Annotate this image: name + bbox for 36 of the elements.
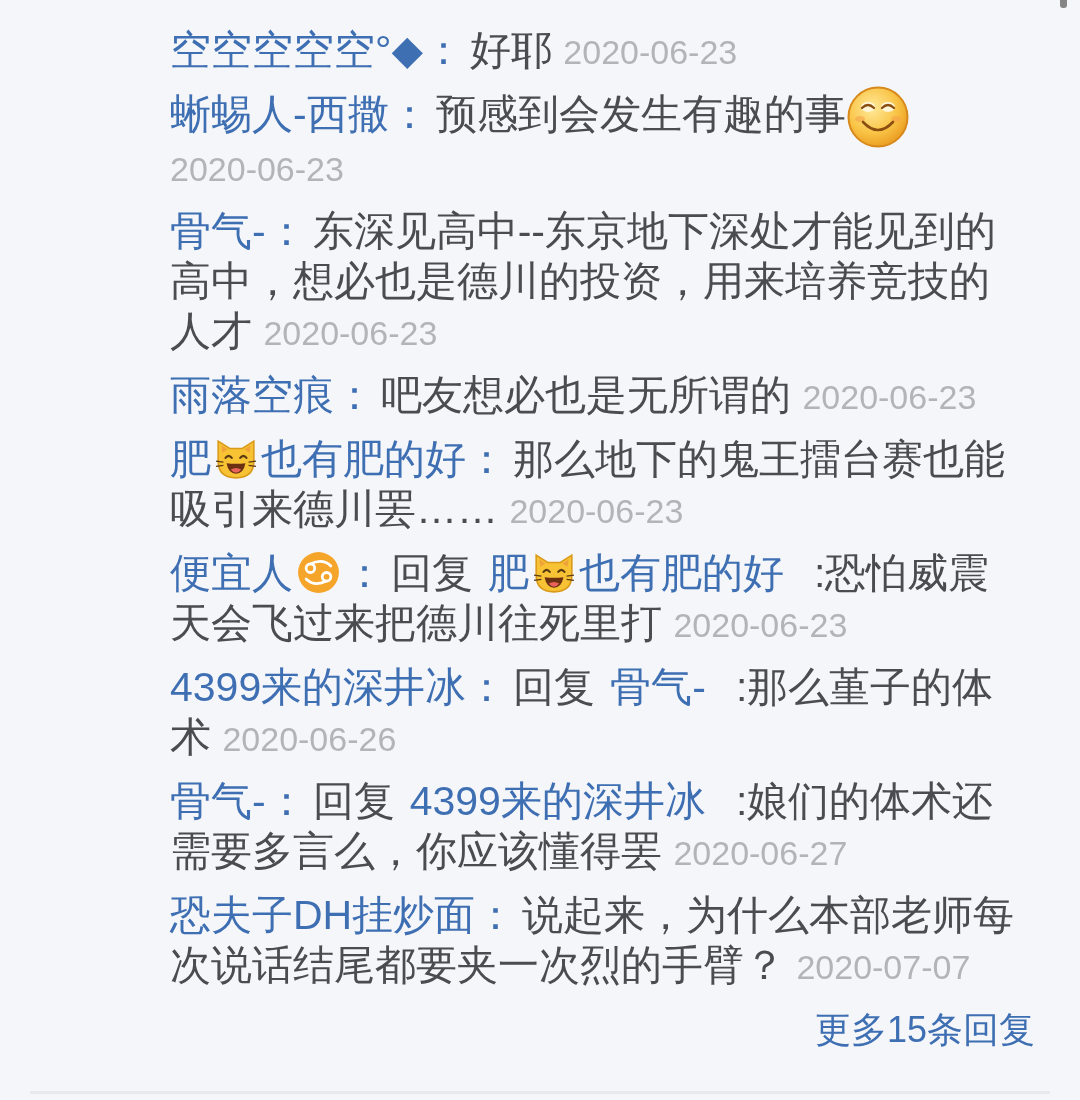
reply-text: 骨气-：东深见高中--东京地下深处才能见到的高中，想必也是德川的投资，用来培养竞技的人才 2020-06-23 [170,207,997,357]
username-link[interactable]: 骨气-： [170,778,307,825]
username-link[interactable]: 肥 也有肥的好： [170,436,507,483]
more-replies-link[interactable]: 更多15条回复 [814,1005,1035,1056]
reply-date: 2020-06-23 [673,606,848,645]
reply-text: 4399来的深井冰：回复 骨气- :那么堇子的体术 2020-06-26 [170,663,995,763]
mention-link[interactable]: 肥 也有肥的好 [488,550,784,597]
smiley-face-icon [846,86,909,149]
reply-date: 2020-06-23 [170,150,344,189]
reply-date: 2020-06-23 [263,314,438,353]
username-link[interactable]: 蜥蜴人-西撒： [170,91,430,137]
cat-face-icon [213,438,259,481]
reply-text: 雨落空痕：吧友想必也是无所谓的 2020-06-23 [170,371,977,421]
username-link[interactable]: 恐夫子DH挂炒面： [170,892,517,939]
cat-face-icon [531,552,577,595]
scroll-indicator [1060,0,1067,8]
mention-link[interactable]: 4399来的深井冰 [409,778,706,825]
username-link[interactable]: 便宜人 ： [170,550,385,597]
username-link[interactable]: 4399来的深井冰： [170,664,508,711]
reply-date: 2020-06-23 [802,378,977,417]
username-link[interactable]: 雨落空痕： [170,372,375,419]
reply-date: 2020-06-27 [673,834,848,873]
reply-text: 恐夫子DH挂炒面：说起来，为什么本部老师每次说话结尾都要夹一次烈的手臂？ 2020-07-07 [170,891,1016,991]
reply-date: 2020-06-23 [509,492,684,531]
reply-text: 骨气-：回复 4399来的深井冰 :娘们的体术还需要多言么，你应该懂得罢 2020-06-27 [170,777,995,877]
reply-text: 空空空空空°◆：好耶 2020-06-23 [170,26,738,75]
reply-date: 2020-07-07 [796,948,971,987]
mention-link[interactable]: 骨气- [610,664,706,711]
reply-date: 2020-06-23 [563,33,738,71]
reply-text: 肥 也有肥的好：那么地下的鬼王擂台赛也能吸引来德川罢…… 2020-06-23 [170,435,1006,535]
reply-text: 便宜人 ：回复 肥 也有肥的好 :恐怕威震天会飞过来把德川往死里打 2020-06-23 [170,549,991,649]
zodiac-sign-icon [297,551,340,595]
reply-text: 蜥蜴人-西撒：预感到会发生有趣的事 2020-06-23 [170,89,1022,193]
reply-date: 2020-06-26 [222,720,397,759]
username-link[interactable]: 空空空空空°◆： [170,27,464,73]
username-link[interactable]: 骨气-： [170,208,307,255]
